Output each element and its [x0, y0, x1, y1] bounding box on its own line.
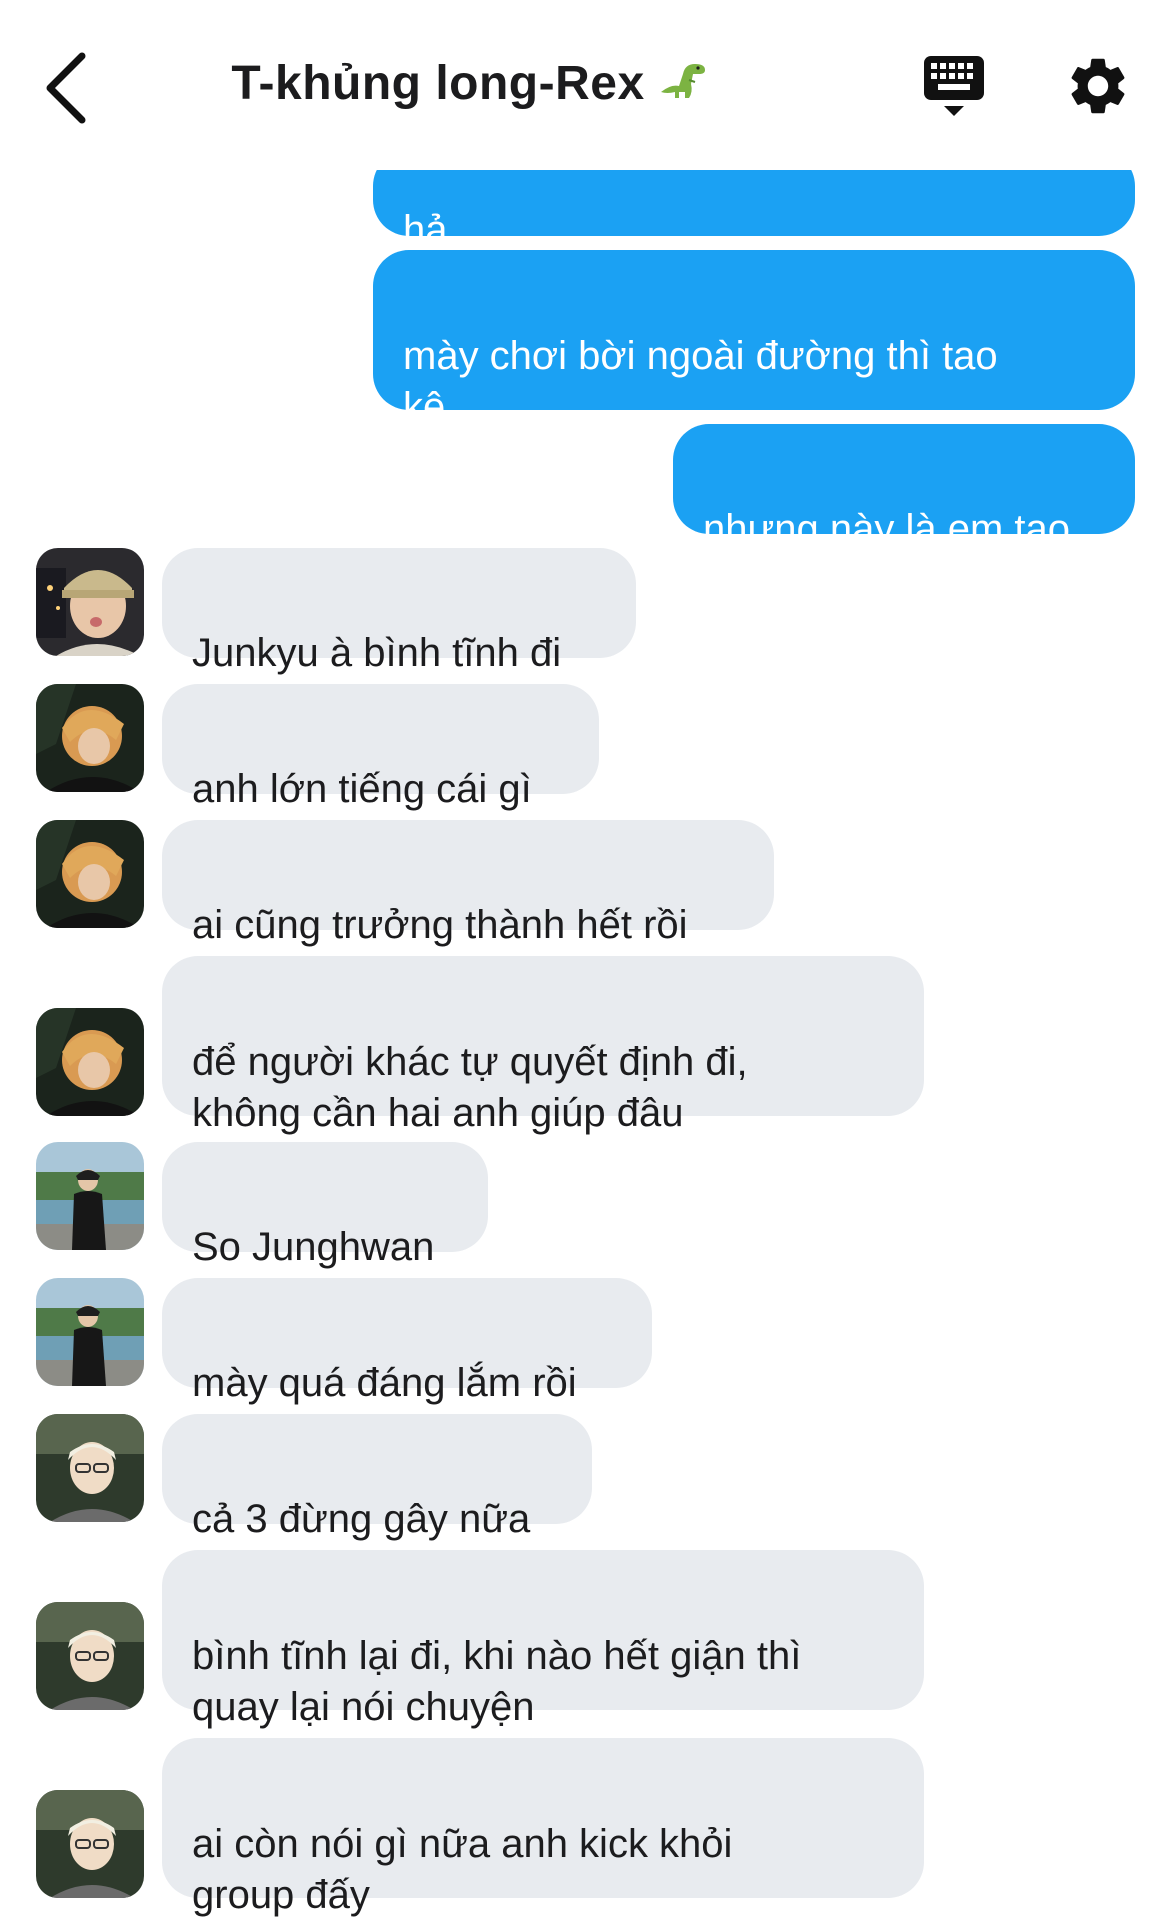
avatar[interactable]: [36, 1278, 144, 1386]
gear-icon: [1071, 58, 1125, 114]
outgoing-message[interactable]: nhưng này là em tao: [673, 424, 1135, 551]
outgoing-message[interactable]: mày chơi bời ngoài đường thì tao kệ: [373, 250, 1135, 429]
message-text: mày chơi bời ngoài đường thì tao kệ: [403, 334, 998, 429]
message-text: anh lớn tiếng cái gì: [192, 767, 532, 811]
incoming-message[interactable]: để người khác tự quyết định đi, không cầ…: [162, 956, 924, 1135]
dinosaur-emoji: [657, 58, 709, 114]
chat-title: T-khủng long-Rex: [0, 56, 940, 114]
message-text: mày quá đáng lắm rồi: [192, 1361, 577, 1405]
message-text: để người khác tự quyết định đi, không cầ…: [192, 1040, 748, 1135]
incoming-message[interactable]: ai còn nói gì nữa anh kick khỏi group đấ…: [162, 1738, 924, 1917]
message-text: ai cũng trưởng thành hết rồi: [192, 903, 688, 947]
message-text: cả 3 đừng gây nữa: [192, 1497, 531, 1541]
message-text: hả: [403, 208, 448, 252]
avatar[interactable]: [36, 1008, 144, 1116]
incoming-message[interactable]: cả 3 đừng gây nữa: [162, 1414, 592, 1541]
avatar[interactable]: [36, 820, 144, 928]
chat-title-text: T-khủng long-Rex: [231, 57, 645, 110]
keyboard-icon: [924, 56, 984, 116]
message-text: ai còn nói gì nữa anh kick khỏi group đấ…: [192, 1822, 733, 1917]
avatar[interactable]: [36, 1790, 144, 1898]
message-text: So Junghwan: [192, 1225, 435, 1269]
incoming-message[interactable]: So Junghwan: [162, 1142, 488, 1269]
avatar[interactable]: [36, 1142, 144, 1250]
incoming-message[interactable]: Junkyu à bình tĩnh đi: [162, 548, 636, 675]
avatar[interactable]: [36, 1602, 144, 1710]
message-text: nhưng này là em tao: [703, 507, 1071, 551]
avatar[interactable]: [36, 1414, 144, 1522]
message-text: bình tĩnh lại đi, khi nào hết giận thì q…: [192, 1634, 802, 1729]
incoming-message[interactable]: bình tĩnh lại đi, khi nào hết giận thì q…: [162, 1550, 924, 1729]
keyboard-button[interactable]: [918, 50, 990, 122]
incoming-message[interactable]: anh lớn tiếng cái gì: [162, 684, 599, 811]
dinosaur-icon: [660, 64, 705, 99]
avatar[interactable]: [36, 548, 144, 656]
settings-button[interactable]: [1064, 52, 1132, 120]
incoming-message[interactable]: ai cũng trưởng thành hết rồi: [162, 820, 774, 947]
avatar[interactable]: [36, 684, 144, 792]
chat-header: T-khủng long-Rex: [0, 0, 1166, 170]
incoming-message[interactable]: mày quá đáng lắm rồi: [162, 1278, 652, 1405]
message-text: Junkyu à bình tĩnh đi: [192, 631, 562, 675]
